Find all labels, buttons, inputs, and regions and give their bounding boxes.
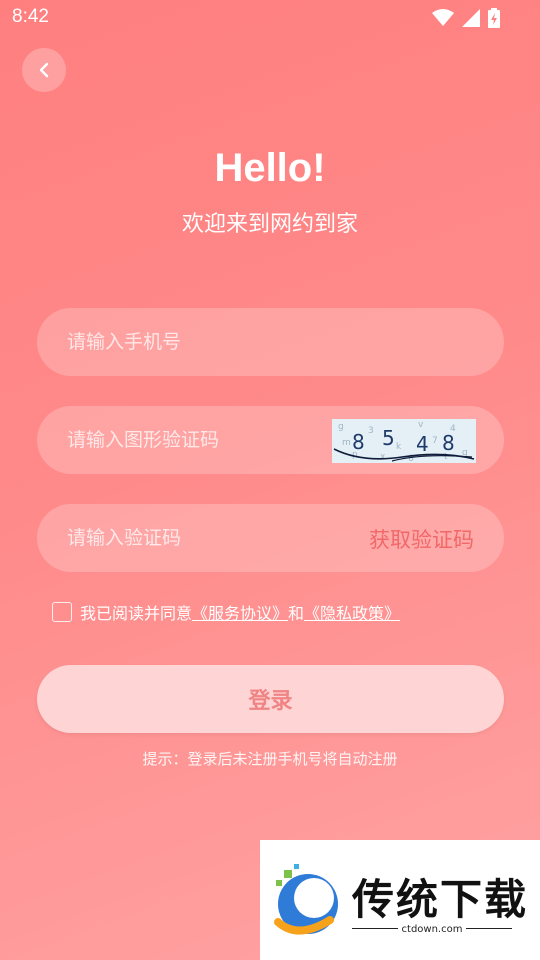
agreement-text: 我已阅读并同意	[80, 604, 193, 623]
wifi-icon	[432, 9, 454, 26]
status-bar: 8:42	[0, 0, 540, 36]
page-title: Hello!	[214, 146, 326, 190]
svg-text:m: m	[342, 438, 351, 448]
page-subtitle: 欢迎来到网约到家	[181, 212, 358, 237]
status-time: 8:42	[12, 6, 49, 27]
status-icons	[432, 8, 500, 28]
svg-text:7: 7	[432, 436, 438, 446]
battery-icon	[488, 8, 500, 28]
watermark-url: ctdown.com	[397, 924, 467, 935]
login-button[interactable]: 登录	[37, 665, 504, 733]
back-button[interactable]	[22, 48, 66, 92]
captcha-input[interactable]	[67, 406, 337, 474]
svg-text:3: 3	[368, 426, 374, 436]
captcha-image[interactable]: gp3 kv7 4qx 6tm 8 5 4 8	[332, 419, 476, 463]
sms-code-input[interactable]	[67, 504, 337, 572]
captcha-field[interactable]: gp3 kv7 4qx 6tm 8 5 4 8	[37, 406, 504, 474]
svg-text:g: g	[338, 422, 344, 432]
agreement-and: 和	[288, 604, 305, 623]
captcha-char: 4	[416, 432, 429, 456]
captcha-char: 8	[442, 431, 455, 455]
watermark: 传统下载 ctdown.com	[260, 840, 540, 960]
privacy-policy-link[interactable]: 《隐私政策》	[304, 600, 400, 624]
captcha-char: 8	[352, 430, 365, 454]
ctdown-logo-icon	[274, 864, 338, 935]
get-code-button[interactable]: 获取验证码	[369, 524, 474, 554]
phone-field[interactable]	[37, 308, 504, 376]
chevron-left-icon	[39, 62, 49, 78]
register-tip: 提示：登录后未注册手机号将自动注册	[142, 750, 398, 768]
watermark-name: 传统下载	[352, 875, 529, 924]
svg-text:k: k	[396, 442, 402, 452]
signal-icon	[462, 9, 480, 27]
watermark-url-row: ctdown.com	[352, 924, 512, 935]
svg-text:v: v	[418, 420, 424, 430]
svg-text:x: x	[380, 452, 386, 462]
service-agreement-link[interactable]: 《服务协议》	[192, 600, 288, 624]
captcha-char: 5	[382, 426, 395, 450]
sms-code-field[interactable]: 获取验证码	[37, 504, 504, 572]
agreement-checkbox[interactable]	[52, 602, 72, 622]
agreement-row: 我已阅读并同意 《服务协议》 和 《隐私政策》	[52, 600, 400, 624]
phone-input[interactable]	[67, 308, 337, 376]
